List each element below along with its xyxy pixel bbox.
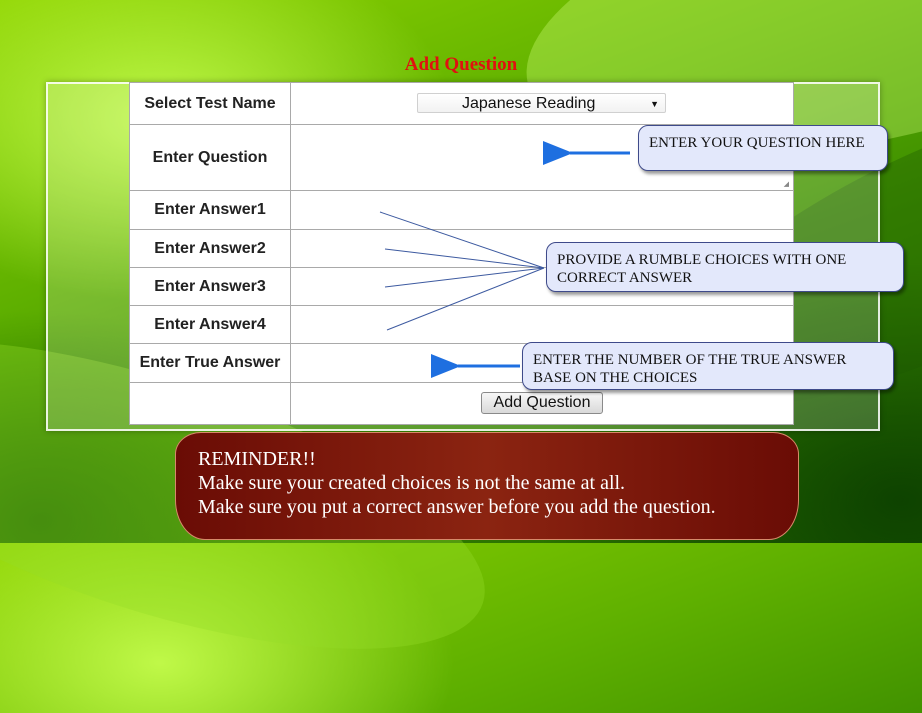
label-enter-answer4: Enter Answer4 — [129, 305, 291, 344]
chevron-down-icon: ▼ — [650, 99, 659, 109]
answer1-input[interactable] — [290, 190, 794, 230]
label-select-test-name: Select Test Name — [129, 82, 291, 125]
test-name-select[interactable]: Japanese Reading ▼ — [417, 93, 666, 113]
reminder-line: Make sure your created choices is not th… — [198, 472, 626, 494]
add-question-button[interactable]: Add Question — [481, 392, 603, 414]
callout-answers: PROVIDE A RUMBLE CHOICES WITH ONE CORREC… — [546, 242, 904, 292]
label-enter-answer3: Enter Answer3 — [129, 267, 291, 306]
callout-question: ENTER YOUR QUESTION HERE — [638, 125, 888, 171]
form-row-answer1: Enter Answer1 — [129, 190, 794, 230]
page-title: Add Question — [404, 54, 518, 75]
test-name-cell: Japanese Reading ▼ — [290, 82, 794, 125]
resize-handle-icon[interactable]: ◢ — [784, 180, 789, 188]
reminder-line: Make sure you put a correct answer befor… — [198, 496, 716, 518]
empty-label-cell — [129, 382, 291, 425]
form-row-answer4: Enter Answer4 — [129, 305, 794, 344]
answer4-input[interactable] — [290, 305, 794, 344]
label-enter-question: Enter Question — [129, 124, 291, 191]
reminder-box: REMINDER!! Make sure your created choice… — [175, 432, 799, 540]
label-enter-answer2: Enter Answer2 — [129, 229, 291, 268]
label-enter-answer1: Enter Answer1 — [129, 190, 291, 230]
form-row-test-name: Select Test Name Japanese Reading ▼ — [129, 82, 794, 125]
label-enter-true-answer: Enter True Answer — [129, 343, 291, 383]
callout-true-answer: ENTER THE NUMBER OF THE TRUE ANSWER BASE… — [522, 342, 894, 390]
reminder-heading: REMINDER!! — [198, 448, 316, 470]
test-name-selected-value: Japanese Reading — [462, 95, 596, 112]
